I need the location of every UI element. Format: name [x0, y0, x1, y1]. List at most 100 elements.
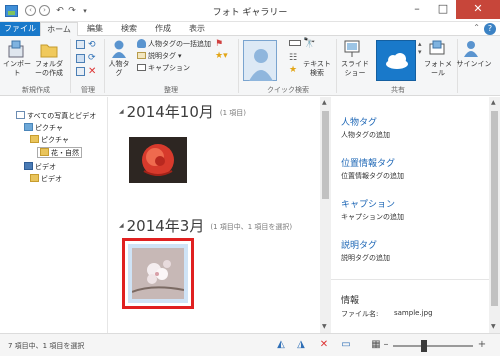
- description-tags-heading: 説明タグ: [341, 241, 378, 251]
- date-filter-icon[interactable]: [289, 40, 301, 46]
- rating-filter-icon[interactable]: ★: [289, 65, 297, 75]
- photo-mail-button[interactable]: フォトメール: [423, 60, 453, 78]
- slideshow-button[interactable]: スライドショー: [339, 60, 371, 78]
- help-icon[interactable]: ?: [484, 23, 496, 35]
- people-tag-icon: [112, 40, 126, 58]
- tree-item-flowers-nature[interactable]: 花・自然: [37, 147, 82, 158]
- share-group-label: 共有: [391, 86, 405, 94]
- zoom-slider-thumb[interactable]: [421, 340, 427, 352]
- scroll-up-icon[interactable]: ▲: [491, 99, 496, 106]
- tree-item-videos-folder[interactable]: ビデオ: [30, 174, 62, 185]
- add-caption-link[interactable]: キャプションの追加: [341, 212, 404, 222]
- signin-button[interactable]: サインイン: [456, 60, 492, 69]
- edit-icon[interactable]: [76, 67, 85, 76]
- folder-icon: [30, 174, 39, 182]
- geotags-heading: 位置情報タグ: [341, 159, 396, 169]
- ribbon-tabs: ファイル ホーム 編集 検索 作成 表示 ⌃ ?: [0, 22, 500, 37]
- photo-grid-scrollbar[interactable]: ▲ ▼: [320, 97, 331, 333]
- photo-thumbnail-rose[interactable]: [129, 137, 187, 183]
- zoom-in-icon[interactable]: +: [476, 339, 488, 351]
- tree-item-label: ピクチャ: [35, 124, 63, 132]
- zoom-out-icon[interactable]: –: [380, 339, 392, 351]
- maximize-button[interactable]: □: [430, 0, 456, 19]
- person-silhouette-icon: [249, 49, 273, 81]
- tab-edit[interactable]: 編集: [80, 22, 110, 36]
- tree-item-videos[interactable]: ビデオ: [24, 162, 56, 173]
- group-header-mar-2014[interactable]: ◢ 2014年3月 (1 項目中、1 項目を選択): [119, 215, 292, 236]
- tree-item-label: 花・自然: [51, 149, 79, 157]
- minimize-button[interactable]: –: [404, 0, 430, 19]
- folder-icon: [40, 148, 49, 156]
- tab-create[interactable]: 作成: [148, 22, 178, 36]
- tree-item-all-photos-videos[interactable]: すべての写真とビデオ: [16, 111, 96, 122]
- scroll-down-icon[interactable]: ▼: [322, 323, 327, 330]
- batch-people-label: 人物タグの一括追加: [148, 40, 211, 48]
- share-more-icon[interactable]: ▴ ▾: [418, 40, 422, 56]
- caption-button[interactable]: キャプション: [137, 63, 190, 74]
- photo-grid: ◢ 2014年10月 (1 項目) ◢ 2014年3月 (1 項目中、1 項目を選択): [109, 97, 321, 333]
- onedrive-share-button[interactable]: [376, 40, 416, 81]
- filename-label: ファイル名:: [341, 310, 379, 318]
- flag-icon[interactable]: ⚑: [215, 39, 223, 49]
- new-folder-button[interactable]: フォルダーの作成: [33, 60, 65, 78]
- caption-tag-button[interactable]: 説明タグ ▾: [137, 51, 182, 62]
- organize-group-label: 整理: [164, 86, 178, 94]
- batch-people-tag-button[interactable]: 人物タグの一括追加: [137, 39, 211, 50]
- tab-file[interactable]: ファイル: [0, 22, 40, 36]
- manage-group-label: 管理: [81, 86, 95, 94]
- slideshow-icon[interactable]: ▭: [340, 339, 352, 351]
- collapse-ribbon-icon[interactable]: ⌃: [473, 23, 480, 32]
- text-search-icon: 🔭: [303, 38, 316, 49]
- caption-tag-icon: [137, 52, 146, 59]
- rating-star-icon[interactable]: ★▾: [215, 51, 228, 61]
- tree-item-pictures-folder[interactable]: ピクチャ: [30, 135, 69, 146]
- root-icon: [16, 111, 25, 119]
- photo-mail-icon: [429, 40, 445, 55]
- add-description-tag-link[interactable]: 説明タグの追加: [341, 253, 390, 263]
- selected-photo-frame[interactable]: [122, 238, 194, 309]
- quickfind-group-label: クイック検索: [267, 86, 309, 94]
- title-bar: ‹ › ↶ ↷ ▾ フォト ギャラリー – □ ✕: [0, 0, 500, 22]
- delete-icon[interactable]: ✕: [318, 339, 330, 351]
- filename-value: sample.jpg: [394, 309, 433, 317]
- folder-icon: [30, 135, 39, 143]
- copy-icon[interactable]: [76, 54, 85, 63]
- delete-icon[interactable]: ✕: [88, 66, 96, 77]
- add-geotag-link[interactable]: 位置情報タグの追加: [341, 171, 404, 181]
- caption-tag-dropdown-icon: ▾: [178, 52, 182, 60]
- scroll-thumb[interactable]: [491, 111, 498, 306]
- navigation-tree: すべての写真とビデオ ピクチャ ピクチャ 花・自然 ビデオ ビデオ: [0, 97, 108, 333]
- tab-home[interactable]: ホーム: [40, 22, 78, 37]
- scroll-up-icon[interactable]: ▲: [322, 99, 327, 106]
- properties-icon[interactable]: [76, 40, 85, 49]
- tree-item-pictures[interactable]: ピクチャ: [24, 123, 63, 134]
- info-pane-scrollbar[interactable]: ▲ ▼: [489, 97, 500, 333]
- caption-tag-label: 説明タグ: [148, 52, 176, 60]
- batch-people-icon: [137, 39, 146, 48]
- group-count: (1 項目): [219, 109, 247, 117]
- rotate-right-icon[interactable]: ◮: [295, 339, 307, 351]
- zoom-slider[interactable]: [393, 345, 473, 347]
- add-people-tag-link[interactable]: 人物タグの追加: [341, 130, 390, 140]
- group-header-oct-2014[interactable]: ◢ 2014年10月 (1 項目): [119, 101, 246, 122]
- people-filter-gallery[interactable]: [243, 40, 277, 81]
- import-button[interactable]: インポート: [2, 60, 32, 78]
- scroll-thumb[interactable]: [322, 111, 329, 199]
- caption-heading: キャプション: [341, 200, 396, 210]
- import-icon: [8, 40, 24, 58]
- selection-status: 7 項目中、1 項目を選択: [8, 342, 85, 350]
- ribbon: インポート フォルダーの作成 新規作成 ⟲ ⟳ ✕ 管理 人物タグ 人物タグの一…: [0, 36, 500, 96]
- slideshow-icon: [344, 40, 360, 57]
- close-button[interactable]: ✕: [456, 0, 500, 19]
- scroll-down-icon[interactable]: ▼: [491, 323, 496, 330]
- people-tag-button[interactable]: 人物タグ: [106, 60, 132, 78]
- rotate-left-icon[interactable]: ⟲: [88, 40, 96, 50]
- keyword-filter-icon[interactable]: ☷: [289, 53, 297, 63]
- group-count: (1 項目中、1 項目を選択): [210, 223, 293, 231]
- tab-search[interactable]: 検索: [114, 22, 144, 36]
- rotate-left-icon[interactable]: ◭: [275, 339, 287, 351]
- rotate-right-icon[interactable]: ⟳: [88, 53, 96, 63]
- new-group-label: 新規作成: [22, 86, 50, 94]
- text-search-button[interactable]: テキスト検索: [302, 60, 332, 78]
- tab-view[interactable]: 表示: [182, 22, 212, 36]
